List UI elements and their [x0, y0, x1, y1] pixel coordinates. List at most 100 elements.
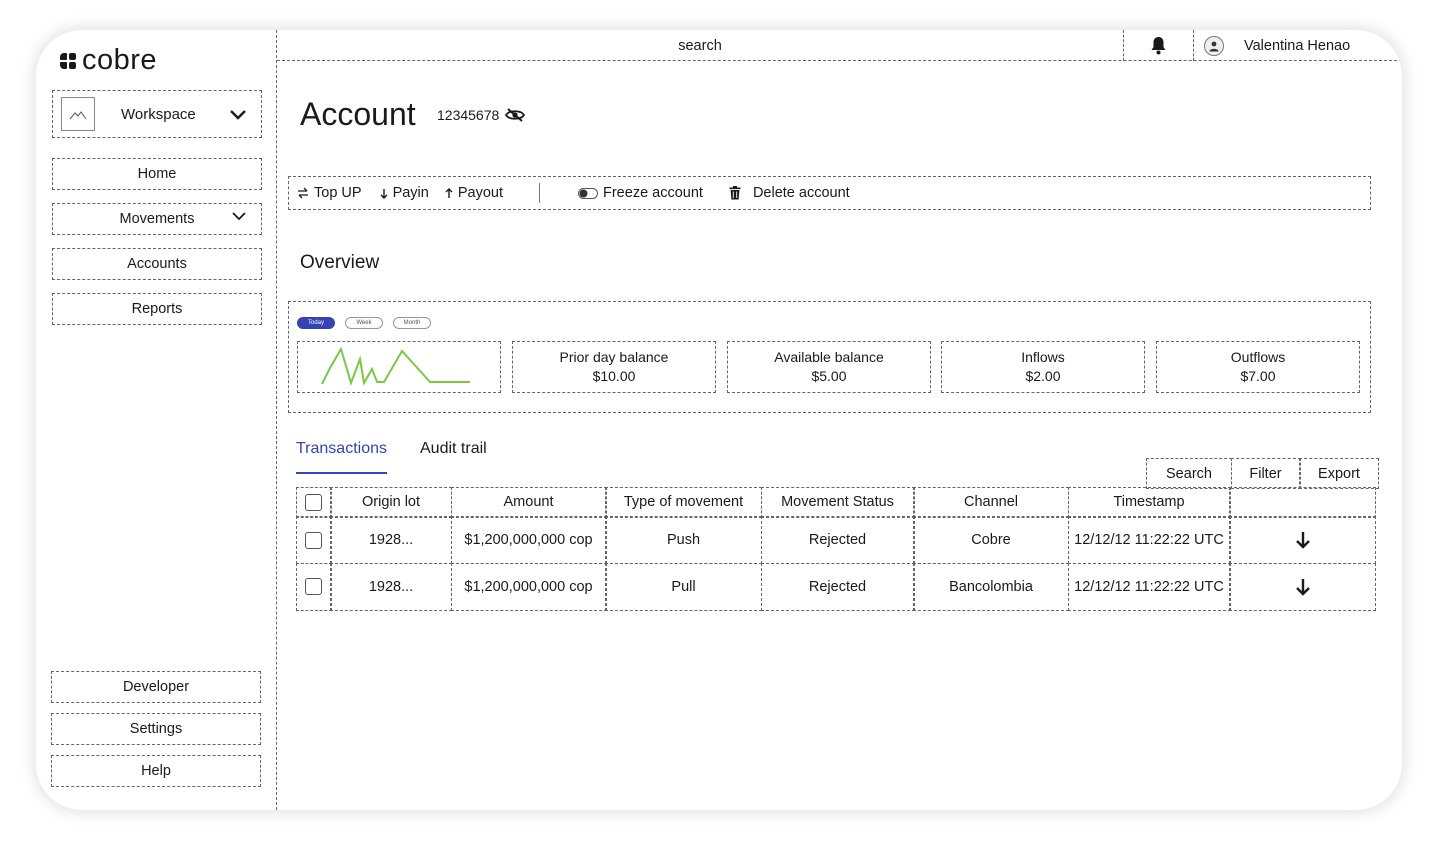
table-cell: Rejected [760, 516, 915, 564]
stat-label: Available balance [774, 349, 884, 365]
delete-account-button[interactable]: Delete account [729, 185, 850, 201]
table-cell: Pull [605, 562, 762, 611]
stat-value: $10.00 [592, 368, 636, 384]
download-arrow-icon[interactable] [1295, 578, 1311, 596]
search-input[interactable]: search [277, 30, 1124, 61]
column-header[interactable]: Movement Status [760, 486, 915, 518]
row-select-cell [295, 562, 332, 611]
range-chip-month[interactable]: Month [393, 317, 431, 329]
sidebar-item-label: Settings [129, 721, 183, 737]
page-title: Account [300, 96, 416, 132]
sidebar-item-accounts[interactable]: Accounts [52, 248, 262, 280]
arrow-down-icon [380, 188, 388, 199]
user-icon [1209, 41, 1219, 51]
table-toolbar: Search Filter Export [1146, 458, 1379, 489]
content-tabs: Transactions Audit trail [296, 438, 487, 474]
table-cell: 12/12/12 11:22:22 UTC [1067, 516, 1231, 564]
row-checkbox[interactable] [305, 531, 322, 549]
account-actions-toolbar: Top UP Payin Payout Freeze account Delet… [288, 176, 1371, 210]
freeze-account-label: Freeze account [603, 185, 703, 201]
payin-label: Payin [392, 185, 429, 201]
account-number: 12345678 [437, 107, 526, 123]
stat-value: $7.00 [1240, 368, 1276, 384]
payin-button[interactable]: Payin [380, 185, 429, 201]
freeze-account-toggle[interactable]: Freeze account [578, 185, 703, 201]
column-header[interactable]: Origin lot [330, 486, 452, 518]
sidebar-item-label: Home [137, 166, 177, 182]
column-header[interactable]: Timestamp [1067, 486, 1231, 518]
stat-card-prior-day-balance: Prior day balance $10.00 [512, 341, 716, 393]
stat-label: Prior day balance [559, 349, 669, 365]
stat-card-outflows: Outflows $7.00 [1156, 341, 1360, 393]
row-action-cell [1229, 516, 1376, 564]
stat-label: Outflows [1230, 349, 1286, 365]
sidebar-item-settings[interactable]: Settings [51, 713, 261, 745]
table-export-button[interactable]: Export [1299, 458, 1379, 489]
sidebar-item-home[interactable]: Home [52, 158, 262, 190]
stat-label: Inflows [1021, 349, 1065, 365]
table-search-button[interactable]: Search [1146, 458, 1232, 489]
sidebar-item-label: Movements [119, 211, 195, 227]
download-arrow-icon[interactable] [1295, 531, 1311, 549]
sidebar-item-label: Developer [122, 679, 190, 695]
range-chip-week[interactable]: Week [345, 317, 383, 329]
table-cell: $1,200,000,000 cop [450, 562, 607, 611]
table-cell: Push [605, 516, 762, 564]
overview-heading: Overview [300, 252, 380, 273]
eye-off-icon[interactable] [505, 108, 526, 122]
user-menu[interactable]: Valentina Henao [1194, 30, 1402, 61]
table-cell: Bancolombia [913, 562, 1069, 611]
table-filter-button[interactable]: Filter [1230, 458, 1301, 489]
column-header[interactable]: Amount [450, 486, 607, 518]
sparkline-series [321, 346, 470, 387]
brand-logo[interactable]: cobre [60, 44, 157, 76]
tab-transactions[interactable]: Transactions [296, 438, 387, 474]
column-header[interactable]: Type of movement [605, 486, 762, 518]
stat-card-available-balance: Available balance $5.00 [727, 341, 931, 393]
workspace-selector[interactable]: Workspace [52, 90, 262, 138]
sidebar-item-label: Accounts [127, 256, 187, 272]
table-row[interactable]: 1928... $1,200,000,000 cop Push Rejected… [295, 516, 1379, 564]
toolbar-divider [539, 183, 540, 203]
sidebar-item-help[interactable]: Help [51, 755, 261, 787]
trash-icon [729, 186, 741, 200]
notifications-button[interactable] [1124, 30, 1194, 61]
app-window: cobre Workspace Home Movements Accounts … [36, 30, 1402, 810]
arrow-up-icon [445, 187, 453, 198]
payout-button[interactable]: Payout [445, 185, 503, 201]
table-cell: Cobre [913, 516, 1069, 564]
range-chip-today[interactable]: Today [297, 317, 335, 329]
transactions-table: Origin lot Amount Type of movement Movem… [295, 486, 1379, 611]
row-checkbox[interactable] [305, 578, 322, 595]
bell-icon [1151, 37, 1166, 55]
sidebar-item-reports[interactable]: Reports [52, 293, 262, 325]
payout-label: Payout [457, 185, 503, 201]
avatar [1204, 35, 1224, 56]
brand-name: cobre [82, 44, 158, 76]
delete-account-label: Delete account [752, 185, 850, 201]
column-header-actions [1229, 486, 1376, 518]
top-up-button[interactable]: Top UP [297, 185, 362, 201]
sidebar: cobre Workspace Home Movements Accounts … [36, 30, 277, 810]
sidebar-item-developer[interactable]: Developer [51, 671, 261, 703]
table-header-row: Origin lot Amount Type of movement Movem… [295, 486, 1379, 518]
select-all-cell [295, 486, 332, 518]
column-header[interactable]: Channel [913, 486, 1069, 518]
toggle-icon [578, 187, 598, 199]
sidebar-item-movements[interactable]: Movements [52, 203, 262, 235]
table-cell: Rejected [760, 562, 915, 611]
stat-value: $5.00 [811, 368, 847, 384]
stat-card-inflows: Inflows $2.00 [941, 341, 1145, 393]
workspace-label: Workspace [121, 105, 196, 123]
account-number-value: 12345678 [437, 107, 500, 123]
tab-audit-trail[interactable]: Audit trail [420, 438, 487, 474]
search-label: search [678, 37, 722, 54]
table-cell: 12/12/12 11:22:22 UTC [1067, 562, 1231, 611]
table-cell: 1928... [330, 562, 452, 611]
row-action-cell [1229, 562, 1376, 611]
top-bar: search Valentina Henao [277, 30, 1402, 61]
table-cell: 1928... [330, 516, 452, 564]
table-row[interactable]: 1928... $1,200,000,000 cop Pull Rejected… [295, 562, 1379, 611]
overview-panel: Today Week Month Prior day balance $10.0… [288, 301, 1371, 413]
select-all-checkbox[interactable] [305, 493, 322, 511]
